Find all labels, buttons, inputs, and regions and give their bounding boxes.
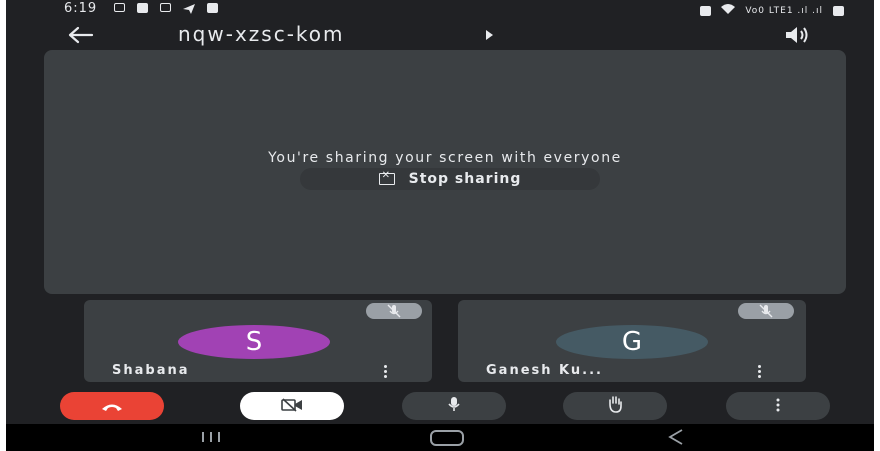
status-bar: 6:19 Vo0 LTE1 .ıl .ıl (6, 0, 874, 20)
mic-off-icon (366, 303, 422, 319)
signal-icon: Vo0 LTE1 .ıl .ıl (745, 5, 823, 16)
participant-name: Shabana (112, 363, 190, 378)
participant-name: Ganesh Ku... (486, 363, 603, 378)
phone-hangup-icon (101, 397, 123, 416)
caret-right-icon[interactable] (486, 30, 493, 40)
alert-icon (137, 3, 148, 13)
recent-apps-icon[interactable] (202, 432, 220, 442)
nav-back-icon[interactable] (666, 428, 686, 446)
microphone-button[interactable] (402, 392, 506, 420)
status-time: 6:19 (64, 1, 98, 16)
videocam-off-icon (281, 397, 303, 416)
image-icon (160, 3, 171, 12)
wifi-icon (721, 3, 736, 18)
call-controls (6, 388, 874, 424)
weather-icon (207, 3, 218, 13)
stop-sharing-label: Stop sharing (408, 171, 522, 187)
screen-share-stage: You're sharing your screen with everyone… (44, 50, 846, 294)
more-vert-icon[interactable] (384, 365, 388, 378)
stop-sharing-button[interactable]: Stop sharing (300, 168, 600, 190)
participant-tile[interactable]: S Shabana (84, 300, 432, 382)
more-options-button[interactable] (726, 392, 830, 420)
avatar-initial: G (621, 327, 643, 357)
android-nav-bar (6, 424, 874, 451)
send-icon (183, 3, 195, 18)
meeting-code[interactable]: nqw-xzsc-kom (178, 22, 345, 46)
avatar-initial: S (245, 327, 263, 357)
stop-screen-share-icon (378, 170, 395, 185)
notification-icon (114, 3, 125, 12)
more-vert-icon (775, 397, 781, 416)
avatar: S (178, 325, 330, 359)
arrow-left-icon[interactable] (66, 23, 96, 47)
camera-toggle-button[interactable] (240, 392, 344, 420)
participant-tile[interactable]: G Ganesh Ku... (458, 300, 806, 382)
hand-icon (606, 395, 624, 417)
alarm-icon (700, 5, 712, 16)
end-call-button[interactable] (60, 392, 164, 420)
more-vert-icon[interactable] (758, 365, 762, 378)
meet-screen: 6:19 Vo0 LTE1 .ıl .ıl nqw-xzsc-kom You'r… (6, 0, 874, 451)
top-bar: nqw-xzsc-kom (6, 20, 874, 50)
avatar: G (556, 325, 708, 359)
microphone-icon (446, 396, 462, 416)
battery-icon (833, 5, 844, 16)
sharing-message: You're sharing your screen with everyone (268, 150, 622, 166)
status-left-icons (114, 3, 218, 18)
mic-off-icon (738, 303, 794, 319)
raise-hand-button[interactable] (563, 392, 667, 420)
status-right-icons: Vo0 LTE1 .ıl .ıl (700, 3, 844, 18)
speaker-icon[interactable] (782, 24, 812, 46)
home-icon[interactable] (430, 430, 464, 446)
